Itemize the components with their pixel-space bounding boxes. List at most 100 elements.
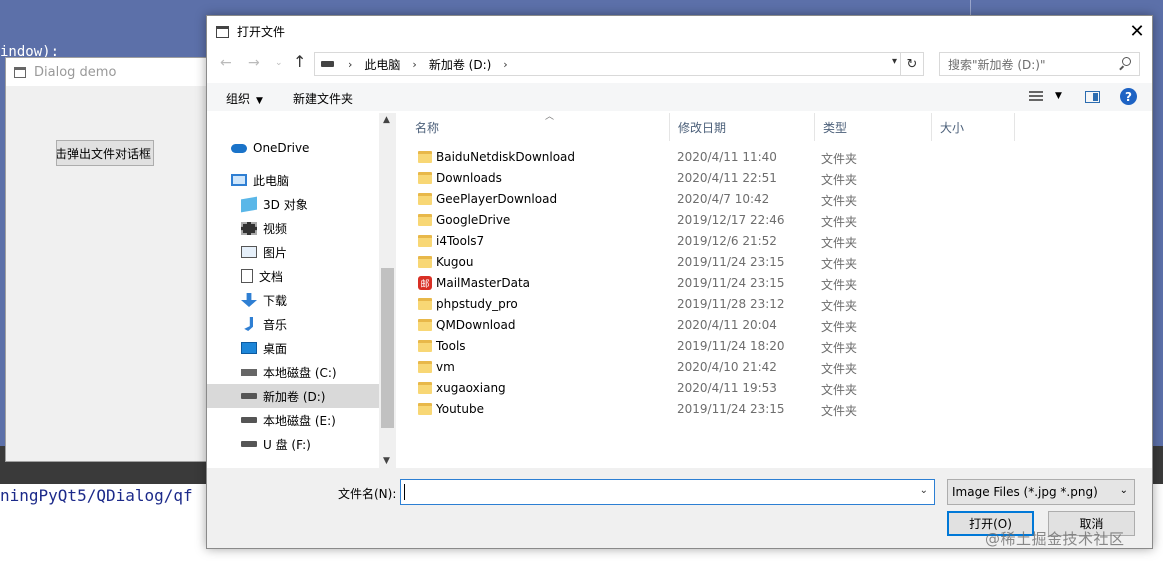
open-file-dialog-button[interactable]: 点击弹出文件对话框 [56, 140, 154, 166]
file-row[interactable]: 邮 MailMasterData 2019/11/24 23:15 文件夹 [396, 273, 1152, 294]
computer-icon [231, 174, 247, 186]
nav-item[interactable]: 此电脑 [207, 168, 396, 192]
view-list-icon[interactable] [1029, 91, 1043, 102]
folder-icon [418, 172, 432, 184]
file-date: 2019/11/24 23:15 [677, 402, 785, 416]
nav-item-label: U 盘 (F:) [263, 437, 311, 452]
file-list: ︿ 名称 修改日期 类型 大小 BaiduNetdiskDownload 2020… [396, 112, 1152, 468]
preview-pane-icon[interactable] [1085, 91, 1100, 103]
file-type-select[interactable]: Image Files (*.jpg *.png) ⌄ [947, 479, 1135, 505]
file-row[interactable]: Youtube 2019/11/24 23:15 文件夹 [396, 399, 1152, 420]
window-icon [216, 25, 229, 38]
folder-icon [418, 235, 432, 247]
file-row[interactable]: QMDownload 2020/4/11 20:04 文件夹 [396, 315, 1152, 336]
address-bar[interactable]: › 此电脑 › 新加卷 (D:) › ▾ ↻ [314, 52, 924, 76]
folder-icon [418, 193, 432, 205]
file-date: 2019/11/28 23:12 [677, 297, 785, 311]
refresh-icon[interactable]: ↻ [900, 53, 923, 75]
drive-icon [321, 61, 334, 67]
nav-item[interactable]: OneDrive [207, 136, 396, 160]
help-icon[interactable]: ? [1120, 88, 1137, 105]
nav-item[interactable]: 音乐 [207, 312, 396, 336]
nav-item-label: 桌面 [263, 341, 288, 356]
file-row[interactable]: BaiduNetdiskDownload 2020/4/11 11:40 文件夹 [396, 147, 1152, 168]
filename-input[interactable]: ⌄ [400, 479, 935, 505]
nav-item-label: 本地磁盘 (C:) [263, 365, 337, 380]
recent-dropdown-icon[interactable]: ⌄ [275, 58, 283, 68]
nav-item[interactable]: 桌面 [207, 336, 396, 360]
column-size[interactable]: 大小 [932, 113, 1015, 141]
nav-item[interactable]: 新加卷 (D:) [207, 384, 396, 408]
folder-icon [418, 319, 432, 331]
nav-scrollbar[interactable]: ▲ ▼ [379, 113, 396, 468]
file-type: 文件夹 [821, 299, 858, 313]
scrollbar-thumb[interactable] [381, 268, 394, 428]
file-date: 2020/4/10 21:42 [677, 360, 777, 374]
open-file-dialog: 打开文件 ✕ ← → ⌄ ↑ › 此电脑 › 新加卷 (D:) › ▾ ↻ 搜索… [206, 15, 1153, 549]
file-row[interactable]: GoogleDrive 2019/12/17 22:46 文件夹 [396, 210, 1152, 231]
nav-item[interactable]: 下载 [207, 288, 396, 312]
breadcrumb-drive-d[interactable]: 新加卷 (D:) [429, 56, 491, 73]
column-name[interactable]: ︿ 名称 [407, 112, 670, 141]
file-date: 2019/11/24 23:15 [677, 255, 785, 269]
up-arrow-icon[interactable]: ↑ [293, 52, 306, 71]
search-icon[interactable] [1122, 57, 1131, 66]
close-icon[interactable]: ✕ [1122, 16, 1152, 47]
file-row[interactable]: i4Tools7 2019/12/6 21:52 文件夹 [396, 231, 1152, 252]
search-input[interactable]: 搜索"新加卷 (D:)" [939, 52, 1140, 76]
sort-ascending-icon: ︿ [545, 112, 555, 122]
nav-item-label: 此电脑 [253, 173, 290, 188]
breadcrumb-this-pc[interactable]: 此电脑 [364, 56, 400, 73]
file-row[interactable]: Kugou 2019/11/24 23:15 文件夹 [396, 252, 1152, 273]
file-name: xugaoxiang [436, 381, 506, 395]
file-name: Youtube [436, 402, 484, 416]
address-row: ← → ⌄ ↑ › 此电脑 › 新加卷 (D:) › ▾ ↻ 搜索"新加卷 (D… [207, 49, 1152, 79]
new-folder-button[interactable]: 新建文件夹 [293, 90, 353, 107]
chevron-right-icon[interactable]: › [348, 58, 352, 71]
forward-arrow-icon[interactable]: → [248, 55, 260, 71]
nav-item[interactable]: 本地磁盘 (C:) [207, 360, 396, 384]
file-date: 2020/4/11 22:51 [677, 171, 777, 185]
file-row[interactable]: Downloads 2020/4/11 22:51 文件夹 [396, 168, 1152, 189]
caret-down-icon[interactable]: ▼ [1055, 91, 1062, 101]
file-row[interactable]: phpstudy_pro 2019/11/28 23:12 文件夹 [396, 294, 1152, 315]
chevron-down-icon[interactable]: ▾ [892, 56, 897, 67]
file-type: 文件夹 [821, 215, 858, 229]
nav-item[interactable]: 图片 [207, 240, 396, 264]
file-row[interactable]: xugaoxiang 2020/4/11 19:53 文件夹 [396, 378, 1152, 399]
demo-titlebar[interactable]: Dialog demo [6, 58, 211, 86]
organize-button[interactable]: 组织 ▼ [226, 90, 263, 107]
chevron-down-icon[interactable]: ⌄ [920, 485, 928, 496]
file-date: 2020/4/11 11:40 [677, 150, 777, 164]
nav-item[interactable]: 文档 [207, 264, 396, 288]
file-date: 2019/11/24 23:15 [677, 276, 785, 290]
chevron-down-icon: ⌄ [1119, 485, 1128, 496]
nav-item[interactable]: U 盘 (F:) [207, 432, 396, 456]
file-date: 2019/12/17 22:46 [677, 213, 785, 227]
file-name: Tools [436, 339, 466, 353]
nav-item[interactable]: 视频 [207, 216, 396, 240]
document-icon [241, 269, 253, 283]
watermark: @稀土掘金技术社区 [985, 530, 1125, 548]
nav-item[interactable]: 3D 对象 [207, 192, 396, 216]
column-date[interactable]: 修改日期 [670, 113, 815, 141]
chevron-right-icon[interactable]: › [412, 58, 416, 71]
nav-item[interactable]: 本地磁盘 (E:) [207, 408, 396, 432]
file-row[interactable]: Tools 2019/11/24 18:20 文件夹 [396, 336, 1152, 357]
file-row[interactable]: GeePlayerDownload 2020/4/7 10:42 文件夹 [396, 189, 1152, 210]
back-arrow-icon[interactable]: ← [220, 55, 232, 71]
file-name: MailMasterData [436, 276, 531, 290]
file-row[interactable]: vm 2020/4/10 21:42 文件夹 [396, 357, 1152, 378]
desktop-icon [241, 342, 257, 354]
folder-icon [418, 214, 432, 226]
scroll-down-icon[interactable]: ▼ [383, 456, 390, 466]
scroll-up-icon[interactable]: ▲ [383, 115, 390, 125]
usb-drive-icon [241, 441, 257, 447]
dialog-demo-window: Dialog demo 点击弹出文件对话框 [5, 57, 212, 462]
folder-icon [418, 382, 432, 394]
column-type[interactable]: 类型 [815, 113, 932, 141]
chevron-right-icon[interactable]: › [503, 58, 507, 71]
drive-icon [241, 417, 257, 423]
dialog-titlebar[interactable]: 打开文件 ✕ [207, 16, 1152, 47]
picture-icon [241, 246, 257, 258]
